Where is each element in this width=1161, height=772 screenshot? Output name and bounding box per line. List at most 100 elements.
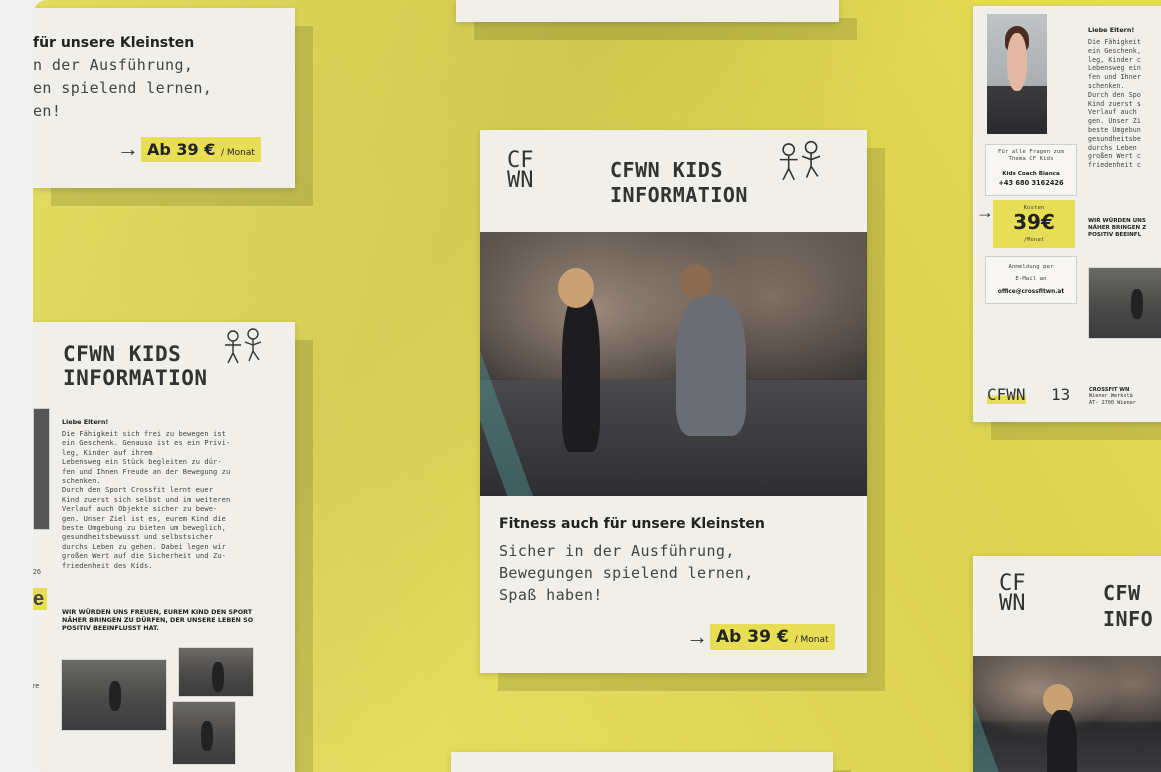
letter-line: beste Umgebung zu bieten um beweglich,: [62, 524, 226, 533]
poster-body-line: en spielend lernen,: [33, 79, 213, 97]
letter-line: großen Wert auf die Sicherheit und Zu-: [62, 552, 226, 561]
greeting: Liebe Eltern!: [62, 418, 109, 426]
greeting: Liebe Eltern!: [1088, 26, 1135, 34]
poster-title: CFWN KIDS INFORMATION: [610, 158, 748, 208]
address-line: AT- 2700 Wiener: [1089, 399, 1136, 406]
letter-line: ein Geschenk,: [1088, 46, 1141, 55]
coach-phone: +43 680 3162426: [998, 179, 1064, 187]
registration-box: Anmeldung per E-Mail an office@crossfitw…: [985, 256, 1077, 304]
poster-bottom-right: CF WN CFW INFO: [973, 556, 1161, 772]
left-portrait-edge: [33, 408, 50, 530]
poster-center: CF WN CFWN KIDS INFORMATION Fitness auch…: [480, 130, 867, 673]
edge-text: e: [33, 588, 47, 610]
letter-line: durchs Leben: [1088, 143, 1137, 152]
closing-line: WIR WÜRDEN UNS FREUEN, EUREM KIND DEN SP…: [62, 608, 253, 616]
letter-line: Verlauf auch: [1088, 108, 1137, 117]
photo-thumbnail: [179, 648, 253, 696]
letter-line: Durch den Spo: [1088, 90, 1141, 99]
poster-top-edge: [456, 0, 839, 22]
letter-line: Kind zuerst s: [1088, 99, 1141, 108]
title-line: CFWN KIDS: [610, 158, 723, 182]
photo-child-hair: [680, 264, 712, 298]
letter-line: Durch den Sport Crossfit lernt euer: [62, 486, 214, 495]
hero-photo: [973, 656, 1161, 772]
letter-line: Lebensweg ein Stück begleiten zu dür-: [62, 458, 222, 467]
photo-floor: [480, 379, 867, 496]
questions-line: Thema CF Kids: [1008, 156, 1054, 162]
title-line: INFORMATION: [610, 183, 748, 207]
poster-left: CFWN KIDS INFORMATION e 26 re Liebe Elte…: [33, 322, 295, 772]
portrait-face: [1006, 33, 1028, 91]
photo-thumbnail: [62, 660, 166, 730]
edge-text: re: [33, 683, 40, 690]
register-line: Anmeldung per: [1008, 264, 1054, 270]
photo-child: [676, 296, 746, 436]
closing-text: WIR WÜRDEN UNS NÄHER BRINGEN Z POSITIV B…: [1088, 218, 1146, 240]
logo-bottom: WN: [995, 590, 1027, 616]
letter-line: friedenheit c: [1088, 161, 1141, 170]
poster-body: Sicher in der Ausführung, Bewegungen spi…: [499, 540, 754, 606]
price-value: Ab 39 €: [147, 139, 216, 159]
title-line: CFWN KIDS: [63, 342, 182, 366]
letter-line: großen Wert c: [1088, 152, 1141, 161]
letter-line: leg, Kinder c: [1088, 55, 1141, 64]
price-tag: → Ab 39 € / Monat: [686, 624, 835, 650]
logo: CF WN: [503, 150, 535, 193]
letter-line: fen und Ihner: [1088, 73, 1141, 82]
poster-subtitle: für unsere Kleinsten: [33, 35, 195, 51]
photo-child: [1047, 710, 1077, 772]
photo-child: [562, 292, 600, 452]
letter-line: durchs Leben zu gehen. Dabei legen wir: [62, 542, 226, 551]
arrow-right-icon: →: [976, 202, 994, 222]
closing-line: NÄHER BRINGEN ZU DÜRFEN, DER UNSERE LEBE…: [62, 616, 254, 624]
letter-body: Die Fähigkeit ein Geschenk, leg, Kinder …: [1088, 38, 1141, 170]
letter-line: Die Fähigkeit sich frei zu bewegen ist: [62, 430, 226, 438]
title-line: CFW: [1103, 581, 1141, 605]
letter-line: beste Umgebun: [1088, 125, 1141, 134]
photo-thumbnail: [173, 702, 235, 764]
letter-body: Die Fähigkeit sich frei zu bewegen ist e…: [62, 430, 230, 571]
cost-unit: /Monat: [1023, 237, 1045, 243]
letter-line: gen. Unser Ziel ist es, eurem Kind die: [62, 514, 226, 523]
poster-title: CFW INFO: [1103, 580, 1153, 632]
photo-thumbnail: [1089, 268, 1161, 338]
closing-line: NÄHER BRINGEN Z: [1088, 225, 1147, 232]
letter-line: leg, Kinder auf ihrem: [62, 448, 153, 457]
body-line: Bewegungen spielend lernen,: [499, 564, 754, 582]
kids-figures-icon: [225, 328, 262, 364]
letter-line: schenken.: [1088, 81, 1125, 90]
letter-line: fen und Ihnen Freude an der Bewegung zu: [62, 467, 231, 476]
register-line: E-Mail an: [1015, 276, 1047, 282]
poster-right: Liebe Eltern! Die Fähigkeit ein Geschenk…: [973, 6, 1161, 422]
logo-bottom: WN: [503, 167, 535, 193]
letter-line: Verlauf auch Objekte sicher zu bewe-: [62, 505, 218, 514]
letter-line: gen. Unser Zi: [1088, 117, 1141, 126]
arrow-right-icon: →: [117, 136, 139, 161]
logo: CF WN: [995, 573, 1027, 616]
title-line: INFO: [1103, 607, 1154, 631]
poster-body-line: en!: [33, 102, 62, 120]
price-unit: / Monat: [794, 635, 829, 645]
closing-line: POSITIV BEEINFL: [1088, 232, 1142, 239]
footer-number: 13: [1051, 385, 1071, 404]
hero-photo: [480, 232, 867, 496]
price-unit: / Monat: [220, 147, 255, 158]
letter-line: gesundheitsbe: [1088, 134, 1141, 143]
footer-logo: CFWN: [987, 385, 1026, 404]
poster-subtitle: Fitness auch für unsere Kleinsten: [499, 516, 765, 532]
letter-line: friedenheit des Kids.: [62, 561, 153, 570]
letter-line: Die Fähigkeit: [1088, 38, 1141, 46]
price-value: Ab 39 €: [716, 627, 789, 647]
letter-line: gesundheitsbewusst und selbstsicher: [62, 533, 214, 542]
questions-line: Für alle Fragen zum: [998, 149, 1064, 155]
title-line: INFORMATION: [63, 366, 208, 390]
closing-text: WIR WÜRDEN UNS FREUEN, EUREM KIND DEN SP…: [62, 608, 253, 632]
body-line: Spaß haben!: [499, 586, 603, 604]
photo-band: [973, 656, 1005, 772]
closing-line: POSITIV BEEINFLUSST HAT.: [62, 624, 159, 632]
letter-line: schenken.: [62, 477, 101, 486]
coach-portrait: [987, 14, 1047, 134]
cost-box: Kosten 39€ /Monat: [993, 200, 1075, 248]
poster-top-left: für unsere Kleinsten n der Ausführung, e…: [33, 8, 295, 188]
price-tag: → Ab 39 € / Monat: [117, 136, 261, 162]
